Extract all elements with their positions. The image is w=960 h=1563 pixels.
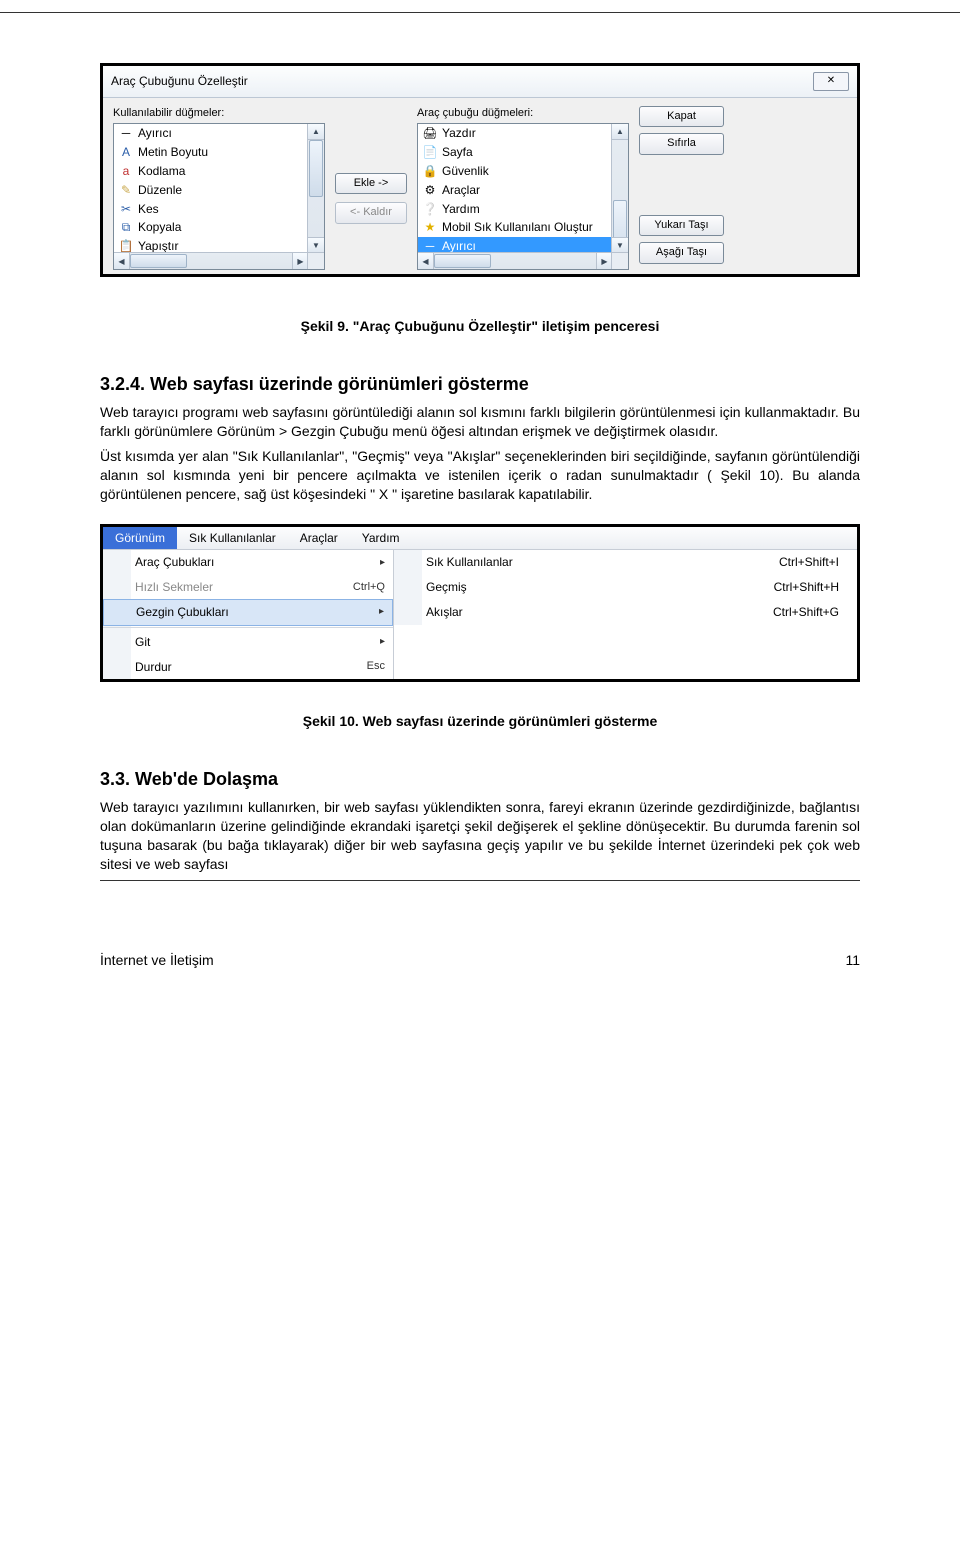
gezgin-cubuklari-submenu: Sık KullanılanlarCtrl+Shift+I GeçmişCtrl… [394,550,857,679]
dialog-close-button[interactable]: ✕ [813,72,849,91]
list-item[interactable]: Ayırıcı [442,238,476,253]
scrollbar-vertical[interactable]: ▲▼ [611,124,628,253]
section-3-2-4-paragraph-1: Web tarayıcı programı web sayfasını görü… [100,403,860,441]
submenu-arrow-icon: ▸ [360,635,385,649]
menu-separator [103,627,393,628]
help-icon: ❔ [422,201,438,217]
cut-icon: ✂ [118,201,134,217]
text-size-icon: A [118,145,134,161]
list-item[interactable]: Güvenlik [442,163,489,180]
security-icon: 🔒 [422,163,438,179]
close-button[interactable]: Kapat [639,106,724,127]
list-item[interactable]: Sayfa [442,144,473,161]
toolbar-buttons-list[interactable]: 🖨Yazdır 📄Sayfa 🔒Güvenlik ⚙Araçlar ❔Yardı… [417,123,629,270]
menubar-item-gorunum[interactable]: Görünüm [103,527,177,550]
list-item[interactable]: Kodlama [138,163,185,180]
figure-9-caption: Şekil 9. "Araç Çubuğunu Özelleştir" ilet… [100,317,860,337]
figure-10-caption: Şekil 10. Web sayfası üzerinde görünümle… [100,712,860,732]
scrollbar-horizontal[interactable]: ◀▶ [114,252,308,269]
menu-item-gezgin-cubuklari[interactable]: Gezgin Çubukları▸ [103,599,393,626]
list-item[interactable]: Kes [138,201,159,218]
list-item[interactable]: Metin Boyutu [138,144,208,161]
menu-item-durdur[interactable]: DurdurEsc [103,655,393,680]
submenu-arrow-icon: ▸ [359,605,384,619]
dialog-title: Araç Çubuğunu Özelleştir [111,73,248,90]
list-item[interactable]: Araçlar [442,182,480,199]
move-down-button[interactable]: Aşağı Taşı [639,242,724,263]
tools-icon: ⚙ [422,182,438,198]
list-item[interactable]: Kopyala [138,219,181,236]
move-up-button[interactable]: Yukarı Taşı [639,215,724,236]
reset-button[interactable]: Sıfırla [639,133,724,154]
available-buttons-label: Kullanılabilir düğmeler: [113,106,325,121]
menubar-item-araclar[interactable]: Araçlar [288,527,350,550]
list-item[interactable]: Yapıştır [138,238,178,253]
list-item[interactable]: Yazdır [442,125,476,142]
section-3-2-4-paragraph-2: Üst kısımda yer alan "Sık Kullanılanlar"… [100,447,860,504]
section-3-2-4-title: 3.2.4. Web sayfası üzerinde görünümleri … [100,372,860,397]
remove-button[interactable]: <- Kaldır [335,202,407,223]
submenu-arrow-icon: ▸ [360,556,385,570]
menu-bar: Görünüm Sık Kullanılanlar Araçlar Yardım [103,527,857,551]
top-rule [0,12,960,13]
submenu-item-sik-kullanilanlar[interactable]: Sık KullanılanlarCtrl+Shift+I [394,550,857,575]
gorunum-dropdown: Araç Çubukları▸ Hızlı SekmelerCtrl+Q Gez… [103,550,394,679]
mobile-favorite-icon: ★ [422,220,438,236]
menu-item-hizli-sekmeler: Hızlı SekmelerCtrl+Q [103,575,393,600]
section-3-3-title: 3.3. Web'de Dolaşma [100,767,860,792]
submenu-item-gecmis[interactable]: GeçmişCtrl+Shift+H [394,575,857,600]
edit-icon: ✎ [118,182,134,198]
encoding-icon: a [118,163,134,179]
menu-item-git[interactable]: Git▸ [103,630,393,655]
page-icon: 📄 [422,145,438,161]
figure-9: Araç Çubuğunu Özelleştir ✕ Kullanılabili… [100,63,860,277]
separator-icon: ─ [118,126,134,142]
separator-icon: ─ [422,239,438,254]
footer-page-number: 11 [845,951,860,971]
copy-icon: ⧉ [118,220,134,236]
list-item[interactable]: Yardım [442,201,480,218]
list-item[interactable]: Mobil Sık Kullanılanı Oluştur [442,219,593,236]
footer-rule [100,880,860,881]
paste-icon: 📋 [118,239,134,254]
section-3-3-paragraph: Web tarayıcı yazılımını kullanırken, bir… [100,798,860,874]
scrollbar-horizontal[interactable]: ◀▶ [418,252,612,269]
scrollbar-vertical[interactable]: ▲▼ [307,124,324,253]
dialog-titlebar: Araç Çubuğunu Özelleştir ✕ [103,66,857,98]
print-icon: 🖨 [422,126,438,142]
list-item[interactable]: Düzenle [138,182,182,199]
figure-10: Görünüm Sık Kullanılanlar Araçlar Yardım… [100,524,860,683]
list-item[interactable]: Ayırıcı [138,125,172,142]
available-buttons-list[interactable]: ─Ayırıcı AMetin Boyutu aKodlama ✎Düzenle… [113,123,325,270]
menu-item-arac-cubuklari[interactable]: Araç Çubukları▸ [103,550,393,575]
footer-left: İnternet ve İletişim [100,951,214,971]
submenu-item-akislar[interactable]: AkışlarCtrl+Shift+G [394,600,857,625]
add-button[interactable]: Ekle -> [335,173,407,194]
menubar-item-yardim[interactable]: Yardım [350,527,412,550]
toolbar-buttons-label: Araç çubuğu düğmeleri: [417,106,629,121]
menubar-item-sik-kullanilanlar[interactable]: Sık Kullanılanlar [177,527,288,550]
